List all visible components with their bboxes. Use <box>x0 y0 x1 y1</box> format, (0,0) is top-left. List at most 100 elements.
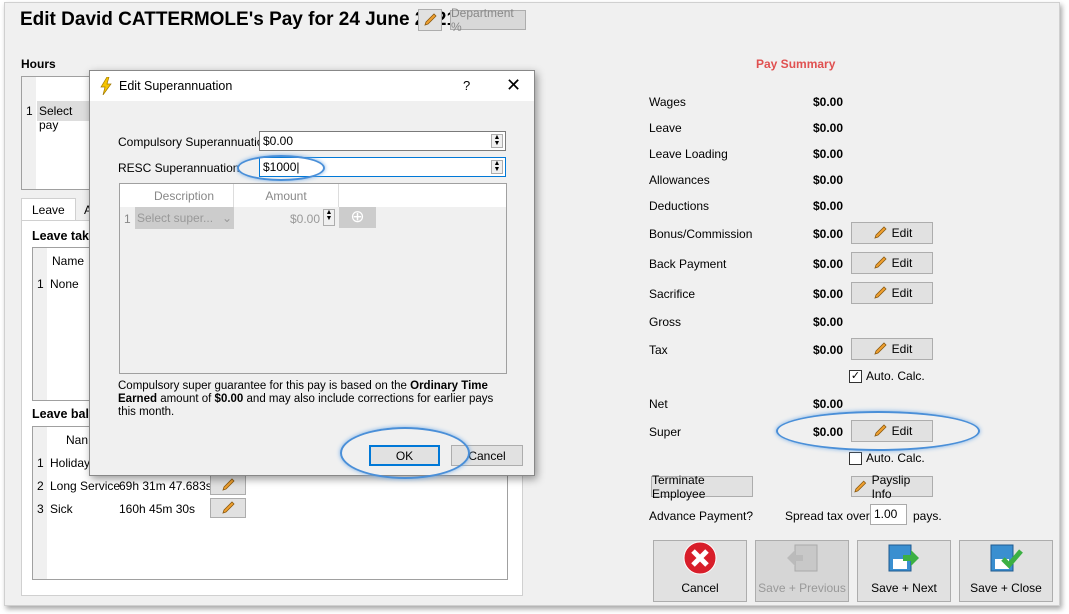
cancel-x-icon <box>683 541 717 575</box>
row-number: 1 <box>26 104 33 118</box>
pay-summary-title: Pay Summary <box>756 57 836 71</box>
leave-name: None <box>50 277 79 291</box>
spinner-icon[interactable]: ▲ ▼ <box>491 134 503 148</box>
summary-value-leave: $0.00 <box>813 121 844 135</box>
tax-auto-calc-checkbox[interactable]: ✓ Auto. Calc. <box>849 369 925 384</box>
summary-value-allowances: $0.00 <box>813 173 844 187</box>
spread-tax-input[interactable]: 1.00 <box>870 504 907 525</box>
edit-sacrifice-button[interactable]: Edit <box>851 282 933 304</box>
row-number: 3 <box>37 502 44 516</box>
compulsory-super-input[interactable]: $0.00 ▲ ▼ <box>259 131 506 151</box>
super-table: Description Amount 1 Select super... ⌄ $… <box>119 183 507 374</box>
pencil-icon <box>874 256 887 269</box>
summary-label-bonus-commission: Bonus/Commission <box>649 227 753 241</box>
row-number: 1 <box>124 212 131 226</box>
summary-value-wages: $0.00 <box>813 95 844 109</box>
amount-value[interactable]: $0.00 <box>290 212 320 226</box>
summary-value-gross: $0.00 <box>813 315 844 329</box>
row-number: 2 <box>37 479 44 493</box>
resc-super-label: RESC Superannuation <box>118 161 240 175</box>
edit-superannuation-dialog: Edit Superannuation ? ✕ Compulsory Super… <box>89 70 535 479</box>
edit-tax-button[interactable]: Edit <box>851 338 933 360</box>
department-percent-button[interactable]: Department % <box>450 6 526 34</box>
payslip-info-button[interactable]: Payslip Info <box>851 473 933 501</box>
description-value: Select super... <box>137 211 214 225</box>
lightning-icon <box>100 77 112 95</box>
super-guarantee-note: Compulsory super guarantee for this pay … <box>118 380 494 418</box>
summary-label-back-payment: Back Payment <box>649 257 727 271</box>
summary-label-deductions: Deductions <box>649 199 710 213</box>
leave-name: Holiday <box>50 456 91 470</box>
spinner-icon[interactable]: ▲ ▼ <box>323 209 335 226</box>
leave-balance: 160h 45m 30s <box>119 502 196 516</box>
summary-label-leave-loading: Leave Loading <box>649 147 728 161</box>
save-previous-icon <box>787 544 818 572</box>
cancel-button[interactable]: Cancel <box>653 540 747 602</box>
super-auto-calc-checkbox[interactable]: Auto. Calc. <box>849 451 925 466</box>
compulsory-super-label: Compulsory Superannuation <box>118 135 271 149</box>
summary-label-leave: Leave <box>649 121 682 135</box>
row-number: 1 <box>37 456 44 470</box>
leave-name: Sick <box>50 502 73 516</box>
row-number: 1 <box>37 277 44 291</box>
save-close-label: Save + Close <box>970 581 1042 595</box>
summary-value-sacrifice: $0.00 <box>813 287 844 301</box>
summary-value-bonus-commission: $0.00 <box>813 227 844 241</box>
spinner-icon[interactable]: ▲ ▼ <box>491 160 503 174</box>
compulsory-super-value: $0.00 <box>263 134 294 148</box>
pencil-icon <box>874 226 887 239</box>
dialog-title: Edit Superannuation <box>119 79 233 93</box>
add-super-button[interactable]: ⊕ <box>339 207 376 228</box>
tab-leave[interactable]: Leave <box>21 198 76 220</box>
summary-label-sacrifice: Sacrifice <box>649 287 696 301</box>
save-next-button[interactable]: Save + Next <box>857 540 951 602</box>
summary-value-leave-loading: $0.00 <box>813 147 844 161</box>
save-previous-button[interactable]: Save + Previous <box>755 540 849 602</box>
edit-back-payment-button[interactable]: Edit <box>851 252 933 274</box>
save-close-button[interactable]: Save + Close <box>959 540 1053 602</box>
page-title: Edit David CATTERMOLE's Pay for 24 June … <box>20 9 458 30</box>
pay-select[interactable]: Select pay <box>37 101 97 132</box>
summary-value-tax: $0.00 <box>813 343 844 357</box>
pencil-icon <box>874 286 887 299</box>
chevron-down-icon: ⌄ <box>221 211 232 225</box>
edit-label: Edit <box>891 226 913 240</box>
highlight-super-edit <box>776 411 980 451</box>
save-check-icon <box>990 544 1023 572</box>
summary-label-allowances: Allowances <box>649 173 710 187</box>
help-button[interactable]: ? <box>463 78 470 93</box>
leave-balance: 69h 31m 47.683s <box>119 479 212 493</box>
column-header-name: Nan <box>66 433 89 447</box>
leave-balances-label: Leave bal <box>32 407 89 421</box>
checkbox[interactable] <box>849 452 862 466</box>
advance-payment-label[interactable]: Advance Payment? <box>649 509 753 523</box>
pencil-icon <box>854 480 867 492</box>
edit-label: Edit <box>891 256 913 270</box>
close-icon[interactable]: ✕ <box>506 75 521 96</box>
summary-value-net: $0.00 <box>813 397 844 411</box>
pencil-icon <box>222 501 235 514</box>
summary-label-gross: Gross <box>649 315 682 329</box>
checkbox[interactable]: ✓ <box>849 370 862 384</box>
summary-label-net: Net <box>649 397 668 411</box>
cancel-label: Cancel <box>681 581 719 595</box>
summary-value-back-payment: $0.00 <box>813 257 844 271</box>
summary-label-super: Super <box>649 425 682 439</box>
auto-calc-label: Auto. Calc. <box>866 451 925 465</box>
edit-label: Edit <box>891 342 913 356</box>
pencil-icon <box>424 13 437 26</box>
hours-label: Hours <box>21 57 56 71</box>
pencil-icon <box>222 478 235 491</box>
summary-value-deductions: $0.00 <box>813 199 844 213</box>
terminate-employee-button[interactable]: Terminate Employee <box>651 473 753 501</box>
super-description-select[interactable]: Select super... ⌄ <box>135 207 234 229</box>
edit-title-button[interactable] <box>418 9 442 31</box>
summary-label-tax: Tax <box>649 343 668 357</box>
edit-balance-button[interactable] <box>210 475 246 495</box>
leave-taken-label: Leave tak <box>32 229 89 243</box>
edit-balance-button[interactable] <box>210 498 246 518</box>
save-previous-label: Save + Previous <box>758 581 846 595</box>
column-header-amount: Amount <box>234 184 339 207</box>
highlight-ok <box>340 427 470 479</box>
edit-bonus-commission-button[interactable]: Edit <box>851 222 933 244</box>
